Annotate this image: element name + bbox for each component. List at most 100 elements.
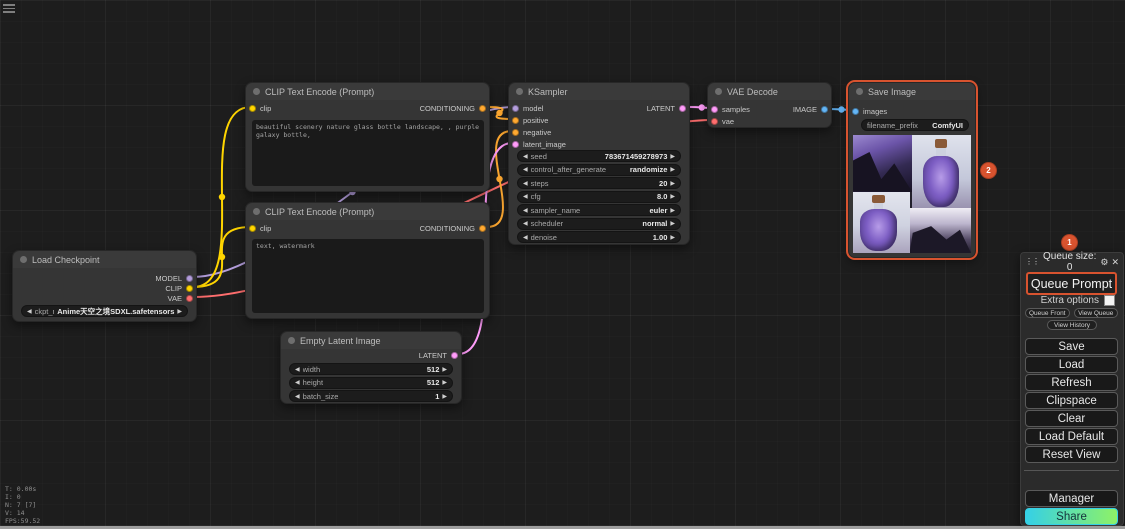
widget-value: ComfyUI <box>932 121 963 130</box>
extra-options-checkbox[interactable] <box>1104 295 1115 306</box>
collapse-dot-icon[interactable] <box>288 337 295 344</box>
node-graph-canvas[interactable]: Load Checkpoint MODEL CLIP VAE ◀ ckpt_na… <box>0 0 1125 529</box>
node-ksampler[interactable]: KSampler model positive negative latent_… <box>508 82 690 245</box>
load-button[interactable]: Load <box>1025 356 1118 373</box>
load-default-button[interactable]: Load Default <box>1025 428 1118 445</box>
widget-decrement-icon[interactable]: ◀ <box>295 366 300 373</box>
widget-increment-icon[interactable]: ▶ <box>442 393 447 400</box>
slot-dot-latent[interactable] <box>451 352 458 359</box>
preview-mountains-bottom-right <box>910 208 971 253</box>
node-title-bar[interactable]: Save Image <box>849 83 975 100</box>
widget-increment-icon[interactable]: ▶ <box>670 234 675 241</box>
control-after-generate-widget[interactable]: ◀ control_after_generate randomize ▶ <box>517 164 681 176</box>
slot-dot-negative[interactable] <box>512 129 519 136</box>
slot-dot-latent-image[interactable] <box>512 141 519 148</box>
ckpt-name-widget[interactable]: ◀ ckpt_namAnime天空之境SDXL.safetensors ▶ <box>21 305 188 317</box>
seed-widget[interactable]: ◀ seed 783671459278973 ▶ <box>517 150 681 162</box>
widget-decrement-icon[interactable]: ◀ <box>523 166 528 173</box>
node-clip-text-encode-negative[interactable]: CLIP Text Encode (Prompt) clip CONDITION… <box>245 202 490 319</box>
prompt-text-area[interactable]: text, watermark <box>252 239 484 313</box>
collapse-dot-icon[interactable] <box>253 208 260 215</box>
widget-increment-icon[interactable]: ▶ <box>442 366 447 373</box>
view-history-button[interactable]: View History <box>1047 320 1097 330</box>
slot-dot-vae[interactable] <box>711 118 718 125</box>
widget-decrement-icon[interactable]: ◀ <box>523 153 528 160</box>
slot-dot-positive[interactable] <box>512 117 519 124</box>
scheduler-widget[interactable]: ◀ scheduler normal ▶ <box>517 218 681 230</box>
widget-decrement-icon[interactable]: ◀ <box>523 193 528 200</box>
filename-prefix-widget[interactable]: filename_prefix ComfyUI <box>861 119 969 131</box>
widget-increment-icon[interactable]: ▶ <box>670 220 675 227</box>
slot-dot-clip[interactable] <box>249 225 256 232</box>
cfg-widget[interactable]: ◀ cfg 8.0 ▶ <box>517 191 681 203</box>
comfy-menu-panel[interactable]: ⋮⋮ Queue size: 0 ⚙ ✕ Queue Prompt Extra … <box>1020 252 1124 526</box>
queue-prompt-button[interactable]: Queue Prompt <box>1026 272 1117 295</box>
widget-decrement-icon[interactable]: ◀ <box>27 308 32 315</box>
drag-handle-icon[interactable]: ⋮⋮ <box>1025 258 1039 266</box>
slot-dot-latent[interactable] <box>679 105 686 112</box>
widget-increment-icon[interactable]: ▶ <box>670 153 675 160</box>
widget-increment-icon[interactable]: ▶ <box>670 193 675 200</box>
queue-front-button[interactable]: Queue Front <box>1025 308 1070 318</box>
node-title-bar[interactable]: VAE Decode <box>708 83 831 100</box>
slot-dot-conditioning[interactable] <box>479 105 486 112</box>
wire-midpoint-dot <box>699 104 705 110</box>
widget-decrement-icon[interactable]: ◀ <box>295 379 300 386</box>
node-title-bar[interactable]: CLIP Text Encode (Prompt) <box>246 203 489 220</box>
collapse-dot-icon[interactable] <box>253 88 260 95</box>
clear-button[interactable]: Clear <box>1025 410 1118 427</box>
widget-increment-icon[interactable]: ▶ <box>670 166 675 173</box>
widget-increment-icon[interactable]: ▶ <box>670 180 675 187</box>
collapse-dot-icon[interactable] <box>516 88 523 95</box>
node-title-bar[interactable]: Load Checkpoint <box>13 251 196 268</box>
widget-decrement-icon[interactable]: ◀ <box>523 180 528 187</box>
widget-decrement-icon[interactable]: ◀ <box>523 207 528 214</box>
hamburger-menu-icon[interactable] <box>3 4 15 13</box>
widget-decrement-icon[interactable]: ◀ <box>523 234 528 241</box>
prompt-text-area[interactable]: beautiful scenery nature glass bottle la… <box>252 120 484 186</box>
view-queue-button[interactable]: View Queue <box>1074 308 1119 318</box>
save-button[interactable]: Save <box>1025 338 1118 355</box>
width-widget[interactable]: ◀ width 512 ▶ <box>289 363 453 375</box>
slot-dot-model[interactable] <box>186 275 193 282</box>
settings-gear-icon[interactable]: ⚙ <box>1100 258 1108 267</box>
widget-label: width <box>303 365 321 374</box>
collapse-dot-icon[interactable] <box>715 88 722 95</box>
slot-dot-clip[interactable] <box>249 105 256 112</box>
reset-view-button[interactable]: Reset View <box>1025 446 1118 463</box>
batch-size-widget[interactable]: ◀ batch_size 1 ▶ <box>289 390 453 402</box>
share-button[interactable]: Share <box>1025 508 1118 525</box>
close-icon[interactable]: ✕ <box>1111 258 1119 267</box>
steps-widget[interactable]: ◀ steps 20 ▶ <box>517 177 681 189</box>
widget-increment-icon[interactable]: ▶ <box>177 308 182 315</box>
slot-dot-vae[interactable] <box>186 295 193 302</box>
node-title-bar[interactable]: KSampler <box>509 83 689 100</box>
node-clip-text-encode-positive[interactable]: CLIP Text Encode (Prompt) clip CONDITION… <box>245 82 490 192</box>
clipspace-button[interactable]: Clipspace <box>1025 392 1118 409</box>
queue-size-label: Queue size: 0 <box>1042 251 1097 273</box>
widget-increment-icon[interactable]: ▶ <box>442 379 447 386</box>
widget-decrement-icon[interactable]: ◀ <box>295 393 300 400</box>
collapse-dot-icon[interactable] <box>20 256 27 263</box>
node-save-image[interactable]: Save Image images filename_prefix ComfyU… <box>848 82 976 258</box>
slot-dot-model[interactable] <box>512 105 519 112</box>
node-title-bar[interactable]: Empty Latent Image <box>281 332 461 349</box>
node-empty-latent-image[interactable]: Empty Latent Image LATENT ◀ width 512 ▶ … <box>280 331 462 404</box>
denoise-widget[interactable]: ◀ denoise 1.00 ▶ <box>517 231 681 243</box>
refresh-button[interactable]: Refresh <box>1025 374 1118 391</box>
slot-dot-image[interactable] <box>821 106 828 113</box>
manager-button[interactable]: Manager <box>1025 490 1118 507</box>
slot-dot-clip[interactable] <box>186 285 193 292</box>
height-widget[interactable]: ◀ height 512 ▶ <box>289 377 453 389</box>
sampler-name-widget[interactable]: ◀ sampler_name euler ▶ <box>517 204 681 216</box>
widget-decrement-icon[interactable]: ◀ <box>523 220 528 227</box>
widget-increment-icon[interactable]: ▶ <box>670 207 675 214</box>
node-vae-decode[interactable]: VAE Decode samples vae IMAGE <box>707 82 832 128</box>
output-slot-vae: VAE <box>168 293 193 303</box>
node-title-bar[interactable]: CLIP Text Encode (Prompt) <box>246 83 489 100</box>
collapse-dot-icon[interactable] <box>856 88 863 95</box>
slot-dot-images[interactable] <box>852 108 859 115</box>
slot-dot-conditioning[interactable] <box>479 225 486 232</box>
node-load-checkpoint[interactable]: Load Checkpoint MODEL CLIP VAE ◀ ckpt_na… <box>12 250 197 322</box>
slot-dot-samples[interactable] <box>711 106 718 113</box>
